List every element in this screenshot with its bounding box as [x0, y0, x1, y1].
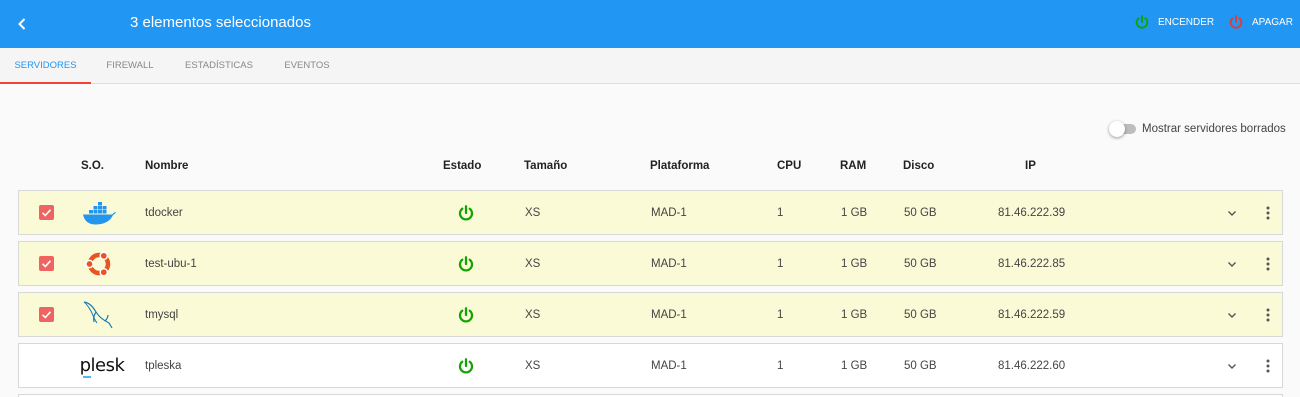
- power-on-status-icon: [458, 205, 474, 221]
- show-deleted-toggle[interactable]: Mostrar servidores borrados: [1109, 121, 1286, 137]
- table-row[interactable]: tmysql XS MAD-1 1 1 GB 50 GB 81.46.222.5…: [18, 292, 1283, 337]
- chevron-down-icon[interactable]: [1224, 256, 1240, 272]
- row-ram: 1 GB: [841, 258, 868, 270]
- power-on-button[interactable]: ENCENDER: [1134, 12, 1214, 32]
- plesk-logo-text: plesk: [79, 355, 125, 378]
- column-header-platform: Plataforma: [650, 160, 710, 172]
- row-size: XS: [525, 309, 541, 321]
- row-size: XS: [525, 258, 541, 270]
- chevron-down-icon[interactable]: [1224, 205, 1240, 221]
- tab-firewall[interactable]: FIREWALL: [100, 48, 160, 84]
- table-row[interactable]: test-ubu-1 XS MAD-1 1 1 GB 50 GB 81.46.2…: [18, 241, 1283, 286]
- column-header-status: Estado: [443, 160, 482, 172]
- power-on-label: ENCENDER: [1158, 16, 1215, 28]
- row-platform: MAD-1: [651, 258, 687, 270]
- row-disk: 50 GB: [904, 258, 937, 270]
- column-header-name: Nombre: [145, 160, 189, 172]
- back-button[interactable]: [10, 12, 34, 36]
- row-checkbox[interactable]: [39, 205, 54, 220]
- row-ip: 81.46.222.59: [998, 309, 1066, 321]
- tab-eventos[interactable]: EVENTOS: [278, 48, 336, 84]
- row-name: tpleska: [145, 360, 182, 372]
- power-icon: [1135, 15, 1149, 29]
- page-title: 3 elementos seleccionados: [130, 14, 311, 31]
- tab-estadisticas[interactable]: ESTADÍSTICAS: [180, 48, 258, 84]
- row-ram: 1 GB: [841, 360, 868, 372]
- row-ram: 1 GB: [841, 207, 868, 219]
- top-bar: 3 elementos seleccionados ENCENDER APAGA…: [0, 0, 1300, 48]
- toggle-knob: [1109, 121, 1125, 137]
- toggle-label: Mostrar servidores borrados: [1142, 123, 1286, 135]
- column-header-os: S.O.: [81, 160, 105, 172]
- chevron-down-icon[interactable]: [1224, 358, 1240, 374]
- check-icon: [41, 311, 52, 319]
- column-header-cpu: CPU: [777, 160, 802, 172]
- power-off-label: APAGAR: [1252, 16, 1293, 28]
- tab-servidores[interactable]: SERVIDORES: [0, 48, 91, 84]
- row-size: XS: [525, 207, 541, 219]
- row-name: test-ubu-1: [145, 258, 197, 270]
- power-on-status-icon: [458, 307, 474, 323]
- more-vert-icon[interactable]: [1259, 255, 1277, 273]
- row-name: tdocker: [145, 207, 183, 219]
- plesk-logo: plesk: [79, 352, 125, 380]
- row-platform: MAD-1: [651, 360, 687, 372]
- row-size: XS: [525, 360, 541, 372]
- row-ip: 81.46.222.60: [998, 360, 1066, 372]
- chevron-left-icon: [18, 18, 26, 30]
- more-vert-icon[interactable]: [1259, 204, 1277, 222]
- row-disk: 50 GB: [904, 309, 937, 321]
- row-disk: 50 GB: [904, 360, 937, 372]
- column-header-ip: IP: [1025, 160, 1036, 172]
- toggle-switch[interactable]: [1109, 121, 1136, 137]
- more-vert-icon[interactable]: [1259, 357, 1277, 375]
- table-row[interactable]: plesk tpleska XS MAD-1 1 1 GB 50 GB 81.4…: [18, 343, 1283, 388]
- row-platform: MAD-1: [651, 207, 687, 219]
- row-ip: 81.46.222.39: [998, 207, 1066, 219]
- column-header-ram: RAM: [840, 160, 867, 172]
- row-cpu: 1: [777, 360, 784, 372]
- row-name: tmysql: [145, 309, 179, 321]
- power-on-status-icon: [458, 256, 474, 272]
- chevron-down-icon[interactable]: [1224, 307, 1240, 323]
- more-vert-icon[interactable]: [1259, 306, 1277, 324]
- row-cpu: 1: [777, 207, 784, 219]
- docker-icon: [81, 199, 117, 227]
- row-platform: MAD-1: [651, 309, 687, 321]
- row-cpu: 1: [777, 258, 784, 270]
- mysql-icon: [81, 301, 117, 329]
- row-checkbox[interactable]: [39, 307, 54, 322]
- power-off-button[interactable]: APAGAR: [1228, 12, 1293, 32]
- power-icon: [1229, 15, 1243, 29]
- active-tab-indicator: [0, 82, 91, 84]
- check-icon: [41, 260, 52, 268]
- power-on-status-icon: [458, 358, 474, 374]
- tab-bar: SERVIDORES FIREWALL ESTADÍSTICAS EVENTOS: [0, 48, 1300, 84]
- column-header-size: Tamaño: [524, 160, 568, 172]
- row-disk: 50 GB: [904, 207, 937, 219]
- row-ip: 81.46.222.85: [998, 258, 1066, 270]
- row-cpu: 1: [777, 309, 784, 321]
- check-icon: [41, 209, 52, 217]
- ubuntu-icon: [81, 250, 117, 278]
- column-header-disk: Disco: [903, 160, 935, 172]
- row-ram: 1 GB: [841, 309, 868, 321]
- row-checkbox[interactable]: [39, 256, 54, 271]
- table-row[interactable]: tdocker XS MAD-1 1 1 GB 50 GB 81.46.222.…: [18, 190, 1283, 235]
